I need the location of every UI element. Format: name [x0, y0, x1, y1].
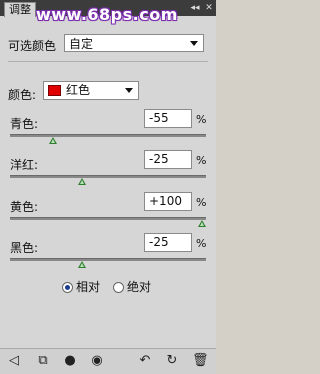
slider-yellow: 黄色: +100 % [0, 192, 216, 236]
slider-thumb[interactable] [198, 220, 206, 227]
black-input[interactable]: -25 [144, 233, 192, 252]
yellow-input[interactable]: +100 [144, 192, 192, 211]
reset-icon[interactable]: ↻ [164, 353, 180, 369]
slider-thumb[interactable] [78, 178, 86, 185]
tab-adjustments[interactable]: 调整 [4, 2, 36, 17]
percent-unit: % [196, 237, 207, 250]
colors-dropdown[interactable]: 红色 [43, 81, 139, 100]
slider-label: 黑色: [10, 241, 39, 255]
slider-label: 黄色: [10, 200, 39, 214]
expand-view-icon[interactable]: ⧉ [35, 353, 51, 369]
preset-dropdown[interactable]: 自定 [64, 34, 204, 52]
chevron-down-icon [190, 41, 198, 46]
radio-absolute[interactable]: 绝对 [113, 278, 151, 295]
trash-icon[interactable]: 🗑 [192, 353, 209, 369]
close-icon[interactable]: ✕ [204, 3, 214, 13]
preset-value: 自定 [69, 37, 94, 51]
divider [8, 61, 208, 62]
colors-label: 颜色: [8, 88, 37, 102]
slider-track[interactable] [10, 217, 206, 220]
radio-absolute-label: 绝对 [127, 280, 152, 294]
slider-label: 洋红: [10, 158, 39, 172]
slider-label: 青色: [10, 117, 39, 131]
visibility-eye-icon[interactable]: ◉ [89, 353, 105, 369]
slider-thumb[interactable] [78, 261, 86, 268]
slider-thumb[interactable] [49, 137, 58, 144]
color-swatch [48, 85, 61, 96]
slider-magenta: 洋红: -25 % [0, 150, 216, 194]
previous-state-icon[interactable]: ↶ [137, 353, 153, 369]
percent-unit: % [196, 113, 207, 126]
slider-track[interactable] [10, 134, 206, 137]
radio-relative[interactable]: 相对 [62, 278, 100, 295]
adjustments-panel: 调整 www.68ps.com ◂◂ ✕ 可选颜色 自定 颜色: 红色 青色: … [0, 0, 216, 374]
radio-relative-indicator[interactable] [62, 282, 73, 293]
slider-cyan: 青色: -55 % [0, 109, 216, 153]
watermark: www.68ps.com [36, 5, 178, 24]
panel-title: 可选颜色 [8, 39, 57, 53]
percent-unit: % [196, 154, 207, 167]
collapse-icon[interactable]: ◂◂ [190, 3, 200, 13]
percent-unit: % [196, 196, 207, 209]
slider-black: 黑色: -25 % [0, 233, 216, 277]
magenta-input[interactable]: -25 [144, 150, 192, 169]
slider-track[interactable] [10, 258, 206, 261]
chevron-down-icon [125, 88, 133, 93]
radio-absolute-indicator[interactable] [113, 282, 124, 293]
cyan-input[interactable]: -55 [144, 109, 192, 128]
back-arrow-icon[interactable]: ◁ [6, 353, 22, 369]
clip-layer-icon[interactable]: ● [62, 353, 78, 369]
panel-titlebar: 调整 www.68ps.com ◂◂ ✕ [0, 0, 216, 24]
slider-track[interactable] [10, 175, 206, 178]
colors-selected: 红色 [66, 83, 91, 97]
panel-footer: ◁ ⧉ ● ◉ ↶ ↻ 🗑 [0, 348, 216, 374]
radio-relative-label: 相对 [76, 280, 101, 294]
